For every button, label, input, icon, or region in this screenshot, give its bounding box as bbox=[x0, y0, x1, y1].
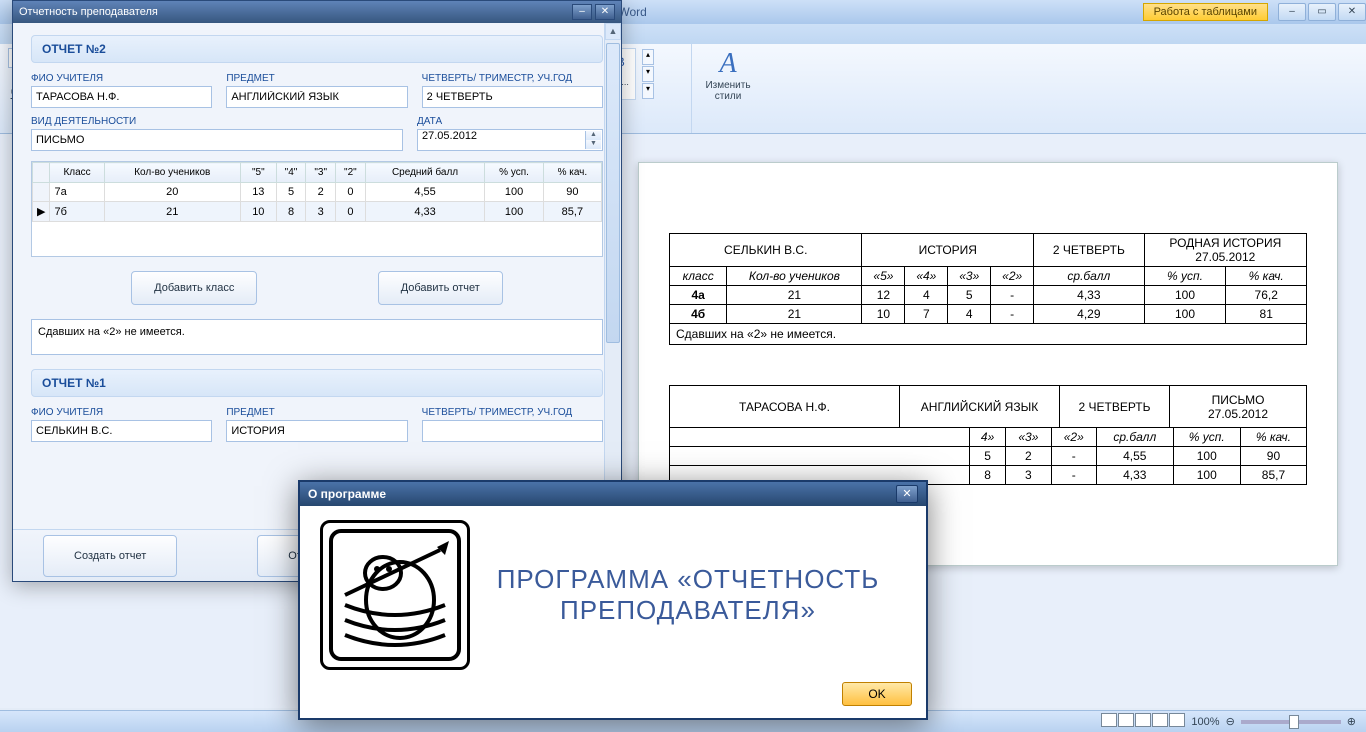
add-class-button[interactable]: Добавить класс bbox=[131, 271, 257, 305]
table-tools-tab[interactable]: Работа с таблицами bbox=[1143, 3, 1268, 21]
about-program-name: ПРОГРАММА «ОТЧЕТНОСТЬ ПРЕПОДАВАТЕЛЯ» bbox=[470, 564, 906, 626]
about-titlebar: О программе ✕ bbox=[300, 482, 926, 506]
add-report-button[interactable]: Добавить отчет bbox=[378, 271, 503, 305]
label-date: ДАТА bbox=[417, 116, 603, 127]
about-dialog: О программе ✕ ПРОГРАММА «ОТЧЕТНОСТЬ ПРЕП… bbox=[298, 480, 928, 720]
grid-row[interactable]: ▶7б21108304,3310085,7 bbox=[33, 202, 602, 222]
word-report-table-2b: 4»«3»«2»ср.балл% усп.% кач. 52-4,5510090… bbox=[669, 427, 1307, 485]
label-quarter: ЧЕТВЕРТЬ/ ТРИМЕСТР, УЧ.ГОД bbox=[422, 73, 603, 84]
label-subject-1: ПРЕДМЕТ bbox=[226, 407, 407, 418]
input-activity[interactable] bbox=[31, 129, 403, 151]
word-report-table-1: СЕЛЬКИН В.С. ИСТОРИЯ 2 ЧЕТВЕРТЬ РОДНАЯ И… bbox=[669, 233, 1307, 324]
input-date[interactable]: 27.05.2012 ▲▼ bbox=[417, 129, 603, 151]
zoom-slider[interactable] bbox=[1241, 720, 1341, 724]
report2-note: Сдавших на «2» не имеется. bbox=[31, 319, 603, 355]
zoom-in-button[interactable]: ⊕ bbox=[1347, 715, 1356, 728]
input-quarter-1[interactable] bbox=[422, 420, 603, 442]
input-teacher[interactable] bbox=[31, 86, 212, 108]
report2-header: ОТЧЕТ №2 bbox=[31, 35, 603, 63]
create-report-button[interactable]: Создать отчет bbox=[43, 535, 177, 577]
input-quarter[interactable] bbox=[422, 86, 603, 108]
report2-grid[interactable]: КлассКол-во учеников"5""4""3""2"Средний … bbox=[31, 161, 603, 257]
close-button[interactable]: ✕ bbox=[1338, 3, 1366, 21]
change-styles-button[interactable]: AИзменить стили bbox=[692, 44, 750, 133]
label-subject: ПРЕДМЕТ bbox=[226, 73, 407, 84]
about-logo bbox=[320, 520, 470, 670]
styles-scroll[interactable]: ▴ ▾ ▾ bbox=[642, 49, 654, 99]
minimize-button[interactable]: – bbox=[1278, 3, 1306, 21]
app-titlebar: Отчетность преподавателя – ✕ bbox=[13, 1, 621, 23]
about-close-button[interactable]: ✕ bbox=[896, 485, 918, 503]
input-subject-1[interactable] bbox=[226, 420, 407, 442]
input-subject[interactable] bbox=[226, 86, 407, 108]
word-report-table-2: ТАРАСОВА Н.Ф. АНГЛИЙСКИЙ ЯЗЫК 2 ЧЕТВЕРТЬ… bbox=[669, 385, 1307, 428]
zoom-out-button[interactable]: ⊖ bbox=[1226, 715, 1235, 728]
report1-header: ОТЧЕТ №1 bbox=[31, 369, 603, 397]
scrollbar-thumb[interactable] bbox=[606, 43, 620, 343]
app-close-button[interactable]: ✕ bbox=[595, 4, 615, 20]
app-body: ОТЧЕТ №2 ФИО УЧИТЕЛЯ ПРЕДМЕТ ЧЕТВЕРТЬ/ Т… bbox=[13, 23, 621, 531]
view-mode-icons[interactable] bbox=[1100, 713, 1185, 730]
label-teacher-1: ФИО УЧИТЕЛЯ bbox=[31, 407, 212, 418]
zoom-level: 100% bbox=[1191, 716, 1219, 728]
label-activity: ВИД ДЕЯТЕЛЬНОСТИ bbox=[31, 116, 403, 127]
about-title-text: О программе bbox=[308, 487, 896, 501]
app-scrollbar[interactable]: ▲ ▼ bbox=[604, 23, 621, 531]
input-teacher-1[interactable] bbox=[31, 420, 212, 442]
grid-row[interactable]: 7а20135204,5510090 bbox=[33, 183, 602, 202]
word-window-controls: – ▭ ✕ bbox=[1276, 3, 1366, 21]
app-minimize-button[interactable]: – bbox=[572, 4, 592, 20]
label-quarter-1: ЧЕТВЕРТЬ/ ТРИМЕСТР, УЧ.ГОД bbox=[422, 407, 603, 418]
label-teacher: ФИО УЧИТЕЛЯ bbox=[31, 73, 212, 84]
word-note-1: Сдавших на «2» не имеется. bbox=[669, 324, 1307, 345]
app-title-text: Отчетность преподавателя bbox=[19, 6, 569, 18]
about-ok-button[interactable]: OK bbox=[842, 682, 912, 706]
date-spinner[interactable]: ▲▼ bbox=[585, 131, 601, 149]
maximize-button[interactable]: ▭ bbox=[1308, 3, 1336, 21]
